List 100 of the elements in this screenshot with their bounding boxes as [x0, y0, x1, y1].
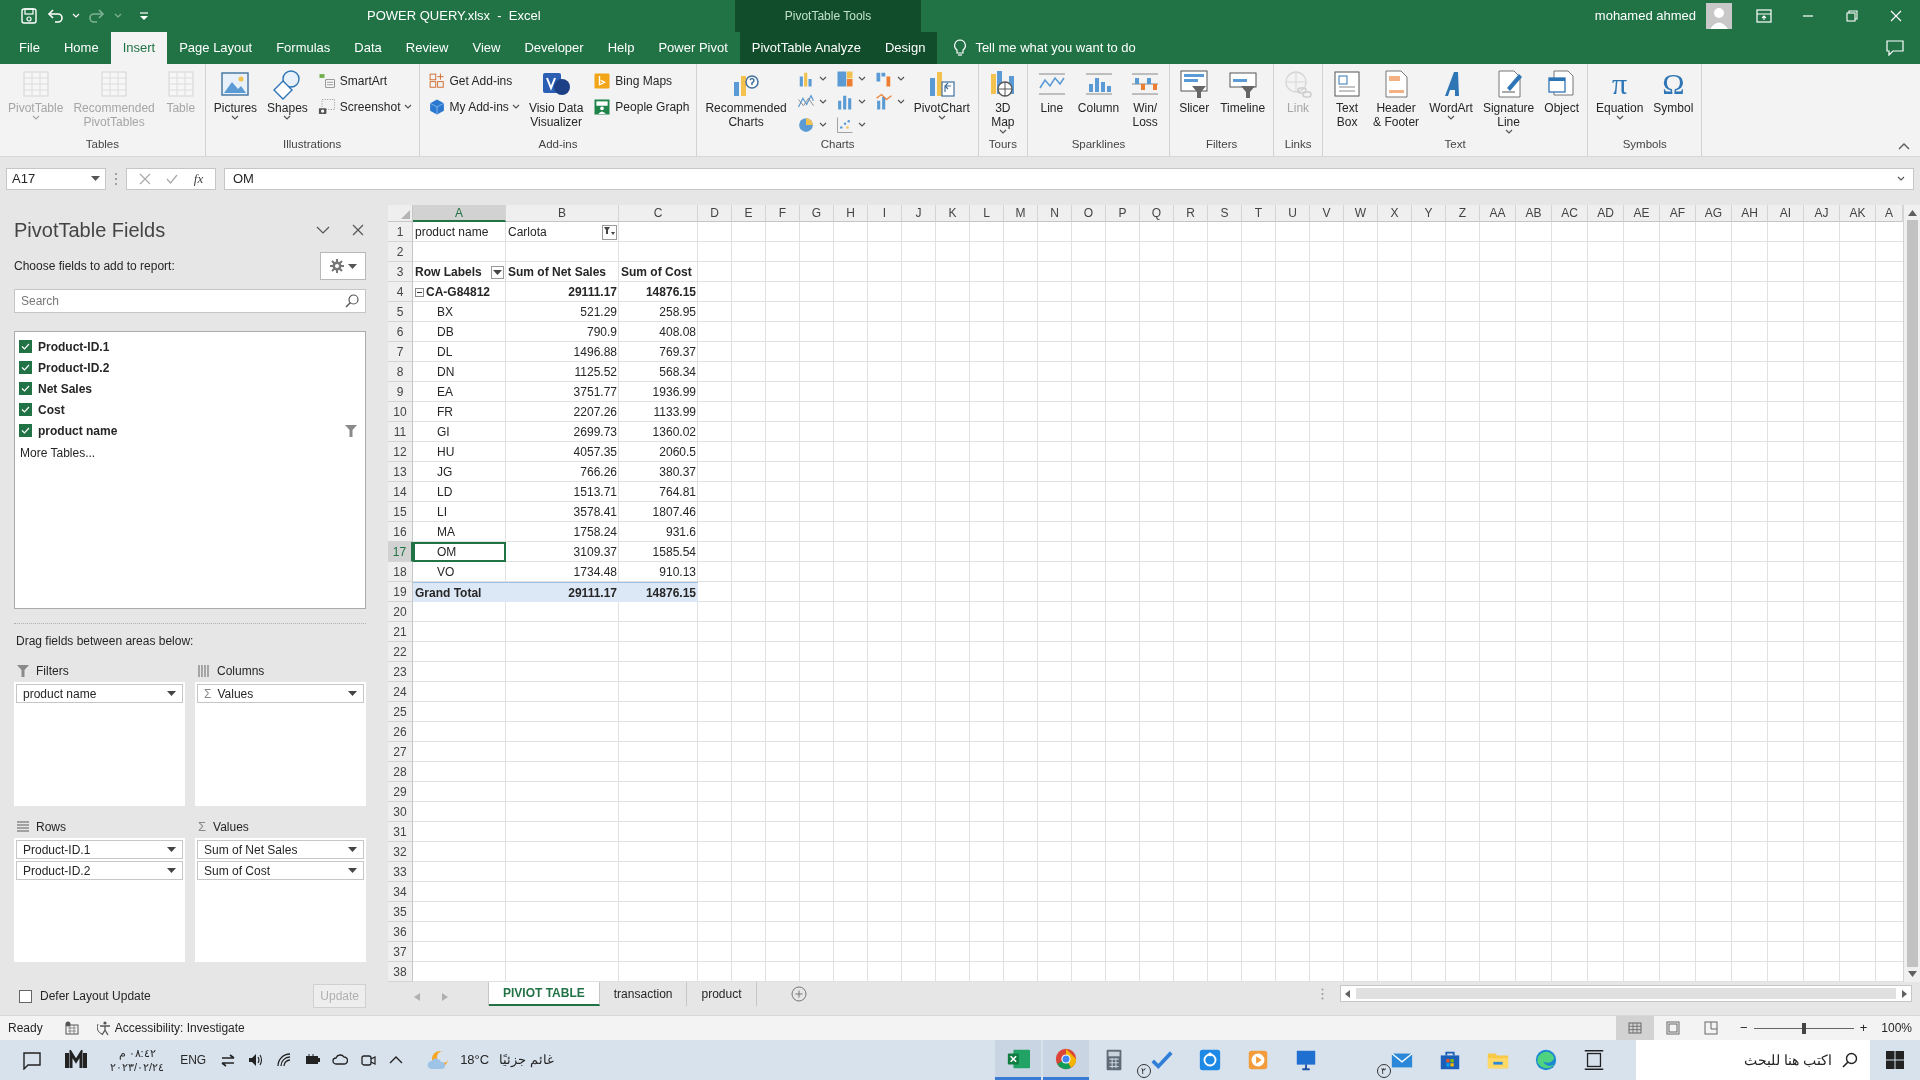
field-label[interactable]: Product-ID.1 [38, 337, 110, 356]
sheet-row-number[interactable]: 28 [388, 762, 413, 782]
sheet-column-letter[interactable]: T [1242, 205, 1276, 222]
ribbon-display-icon[interactable] [1756, 9, 1772, 23]
taskbar-button[interactable]: ٢ [1138, 1040, 1185, 1080]
ribbon-button[interactable]: Column [1073, 68, 1124, 115]
ribbon-button[interactable]: Ω Symbol [1649, 68, 1698, 115]
sheet-column-letter[interactable]: AC [1552, 205, 1588, 222]
windows-start-icon[interactable] [1886, 1051, 1904, 1069]
sheet-column-letter[interactable]: AA [1480, 205, 1516, 222]
restore-icon[interactable] [1846, 10, 1858, 22]
ribbon-button[interactable]: Screenshot [313, 96, 415, 118]
ribbon-button[interactable]: Slicer [1174, 68, 1215, 115]
sheet-row-number[interactable]: 31 [388, 822, 413, 842]
ribbon-button[interactable]: Header & Footer [1369, 68, 1424, 129]
field-label[interactable]: Product-ID.2 [38, 358, 110, 377]
sheet-column-letter[interactable]: M [1004, 205, 1038, 222]
sheet-row-number[interactable]: 8 [388, 362, 413, 382]
sheet-column-letter[interactable]: P [1106, 205, 1140, 222]
ribbon-button[interactable]: My Add-ins [423, 96, 523, 118]
ribbon-button[interactable]: PivotChart [909, 68, 974, 121]
sheet-row-number[interactable]: 16 [388, 522, 413, 542]
scroll-down-icon[interactable] [1907, 971, 1917, 977]
weather-text[interactable]: غائم جزئيًا [499, 1050, 554, 1070]
tell-me-search[interactable]: Tell me what you want to do [975, 38, 1136, 58]
sheet-column-letter[interactable]: U [1276, 205, 1310, 222]
zoom-out-button[interactable]: − [1740, 1018, 1748, 1038]
clock-time[interactable]: ٠٨:٤٢ م [118, 1046, 156, 1060]
zoom-in-button[interactable]: + [1859, 1018, 1868, 1038]
sheet-row-number[interactable]: 1 [388, 222, 413, 242]
cloud-icon[interactable] [332, 1052, 349, 1068]
ribbon-button[interactable]: WordArt [1425, 68, 1477, 121]
horizontal-scrollbar[interactable] [1340, 985, 1912, 1002]
filter-button[interactable] [602, 224, 617, 240]
sheet-column-letter[interactable]: AJ [1804, 205, 1840, 222]
sheet-column-letter[interactable]: AF [1660, 205, 1696, 222]
sheet-column-letter[interactable]: C [619, 205, 698, 222]
checkbox[interactable] [19, 361, 32, 374]
sheet-row-number[interactable]: 22 [388, 642, 413, 662]
sheet-row-number[interactable]: 38 [388, 962, 413, 982]
sheet-column-letter[interactable]: G [800, 205, 834, 222]
sheet-column-letter[interactable]: A [413, 205, 506, 222]
scrollbar-thumb[interactable] [1356, 988, 1896, 999]
field-label[interactable]: Net Sales [38, 379, 93, 398]
sheet-row-number[interactable]: 27 [388, 742, 413, 762]
ribbon-button[interactable]: Text Box [1327, 68, 1368, 129]
scroll-up-icon[interactable] [1907, 210, 1917, 216]
checkbox[interactable] [19, 989, 32, 1003]
sheet-row-number[interactable]: 7 [388, 342, 413, 362]
ribbon-button[interactable]: Timeline [1216, 68, 1270, 115]
save-icon[interactable] [20, 7, 38, 25]
search-field[interactable]: Search [14, 289, 366, 313]
sheet-row-number[interactable]: 10 [388, 402, 413, 422]
checkbox[interactable] [19, 424, 32, 437]
sheet-row-number[interactable]: 34 [388, 882, 413, 902]
ribbon-button[interactable]: Signature Line [1478, 68, 1539, 135]
sheet-row-number[interactable]: 11 [388, 422, 413, 442]
sheet-row-number[interactable]: 30 [388, 802, 413, 822]
sheet-column-letter[interactable]: Z [1446, 205, 1480, 222]
sheet-column-letter[interactable]: AI [1768, 205, 1804, 222]
checkbox[interactable] [19, 403, 32, 416]
slider-thumb[interactable] [1801, 1022, 1806, 1034]
scrollbar-thumb[interactable] [1906, 220, 1918, 967]
field-chip[interactable]: Product-ID.1 [16, 840, 183, 859]
ribbon-button[interactable]: Object [1540, 68, 1583, 115]
sheet-column-letter[interactable]: L [970, 205, 1004, 222]
sheet-row-number[interactable]: 15 [388, 502, 413, 522]
sheet-column-letter[interactable]: E [732, 205, 766, 222]
ribbon-tab[interactable]: Formulas [264, 32, 343, 64]
sheet-tab[interactable]: PIVIOT TABLE [489, 982, 600, 1006]
sheet-row-number[interactable]: 18 [388, 562, 413, 582]
network-toggle-icon[interactable] [220, 1052, 237, 1068]
sheet-column-letter[interactable]: AH [1732, 205, 1768, 222]
sheet-column-letter[interactable]: K [936, 205, 970, 222]
formula-field[interactable]: OM [224, 167, 1914, 190]
checkbox[interactable] [19, 340, 32, 353]
ribbon-tab[interactable]: View [460, 32, 513, 64]
ribbon-tab[interactable]: Help [595, 32, 647, 64]
taskbar-button[interactable]: ٣ [1378, 1040, 1425, 1080]
sheet-row-number[interactable]: 4 [388, 282, 413, 302]
ribbon-tab[interactable]: Power Pivot [646, 32, 740, 64]
more-tables-link[interactable]: More Tables... [20, 444, 361, 462]
sheet-column-letter[interactable]: AD [1588, 205, 1624, 222]
ribbon-button[interactable]: Shapes [263, 68, 312, 121]
sheet-row-number[interactable]: 5 [388, 302, 413, 322]
language-indicator[interactable]: ENG [180, 1051, 207, 1069]
undo-icon[interactable] [46, 7, 64, 25]
sheet-row-number[interactable]: 37 [388, 942, 413, 962]
zoom-level[interactable]: 100% [1881, 1019, 1912, 1037]
ribbon-tab[interactable]: Data [342, 32, 394, 64]
sheet-column-letter[interactable]: J [902, 205, 936, 222]
clock-date[interactable]: ٢٠٢٣/٠٢/٢٤ [110, 1060, 165, 1074]
sheet-row-number[interactable]: 13 [388, 462, 413, 482]
sheet-row-number[interactable]: 2 [388, 242, 413, 262]
ribbon-tab[interactable]: Review [393, 32, 461, 64]
sheet-row-number[interactable]: 32 [388, 842, 413, 862]
field-chip[interactable]: Product-ID.2 [16, 861, 183, 880]
sheet-column-letter[interactable]: AB [1516, 205, 1552, 222]
ribbon-tab[interactable]: Insert [110, 32, 168, 64]
comment-icon[interactable] [1886, 40, 1904, 56]
